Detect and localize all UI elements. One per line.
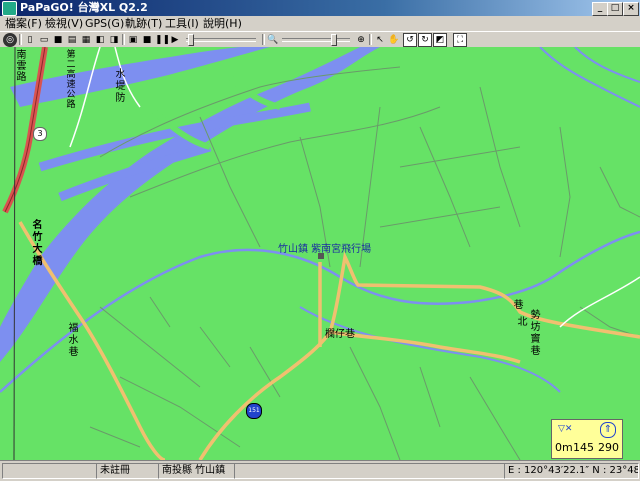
- toolbar-separator: [262, 34, 265, 45]
- pan-hand-icon[interactable]: ✋: [387, 33, 401, 47]
- new-file-icon[interactable]: ▯: [23, 33, 37, 47]
- highway-label: 第二高速公路: [66, 50, 76, 110]
- map-view[interactable]: 3 151 竹山鎮 紫南宮飛行場 欄仔巷 第二高速公路 南雲路 水堤防 名竹大橋…: [0, 47, 640, 460]
- print-icon[interactable]: ▤: [65, 33, 79, 47]
- play-icon[interactable]: ▶: [168, 33, 182, 47]
- scale-box: ▽✕ ⇑ 0m 145 290: [551, 419, 623, 459]
- playback-slider[interactable]: [186, 38, 256, 42]
- toolbar-separator: [122, 34, 125, 45]
- playback-slider-thumb[interactable]: [188, 34, 194, 46]
- dike-label: 水堤防: [115, 69, 126, 104]
- road-label: 南雲路: [16, 50, 27, 83]
- toolbar-separator: [19, 34, 22, 45]
- heading-value: 290: [598, 441, 619, 454]
- record-icon[interactable]: ▣: [126, 33, 140, 47]
- forward-icon[interactable]: ◨: [107, 33, 121, 47]
- fullscreen-icon[interactable]: ⛶: [453, 33, 467, 47]
- airfield-label: 竹山鎮 紫南宮飛行場: [278, 244, 372, 255]
- coordinates-status: E : 120°43′22.1″ N : 23°48′58.4″: [504, 463, 639, 479]
- zoom-in-icon[interactable]: ⊕: [354, 33, 368, 47]
- pause-icon[interactable]: ❚❚: [154, 33, 170, 47]
- status-bar: 未註冊 南投縣 竹山鎮 E : 120°43′22.1″ N : 23°48′5…: [0, 460, 640, 481]
- print-preview-icon[interactable]: ▦: [79, 33, 93, 47]
- toolbar: ◎ ▯ ▭ ■ ▤ ▦ ◧ ◨ ▣ ■ ❚❚ ▶ 🔍 ⊕ ↖ ✋ ↺ ↻ ◩ ⛶: [0, 31, 640, 48]
- rotate-right-icon[interactable]: ↻: [418, 33, 432, 47]
- toolbar-separator: [369, 34, 372, 45]
- menu-bar: 檔案(F) 檢視(V) GPS(G) 軌跡(T) 工具(I) 說明(H): [0, 16, 640, 31]
- minimize-button[interactable]: _: [592, 2, 608, 16]
- save-icon[interactable]: ■: [51, 33, 65, 47]
- status-panel-blank: [2, 463, 97, 479]
- scale-value: 145: [573, 441, 594, 454]
- open-folder-icon[interactable]: ▭: [37, 33, 51, 47]
- back-icon[interactable]: ◧: [93, 33, 107, 47]
- bridge-label: 名竹大橋: [32, 220, 43, 267]
- status-panel-blank: [234, 463, 505, 479]
- gps-icon[interactable]: ◎: [3, 33, 17, 47]
- menu-help[interactable]: 說明(H): [203, 17, 242, 30]
- menu-gps[interactable]: GPS(G): [85, 17, 124, 30]
- route-shield: 151: [246, 403, 262, 419]
- signal-icon: ▽✕: [558, 424, 573, 434]
- tilt-icon[interactable]: ◩: [433, 33, 447, 47]
- compass-icon[interactable]: ⇑: [600, 422, 616, 438]
- window-title: PaPaGO! 台灣XL Q2.2: [20, 1, 148, 14]
- lane-label: 欄仔巷: [325, 329, 355, 340]
- zoom-out-icon[interactable]: 🔍: [266, 33, 280, 47]
- freeway-shield: 3: [33, 127, 47, 141]
- registration-status: 未註冊: [96, 463, 159, 479]
- lane-label: 勢坊竇巷: [530, 310, 541, 357]
- title-bar: PaPaGO! 台灣XL Q2.2 _ □ ×: [0, 0, 640, 16]
- direction-label: 北: [517, 317, 528, 328]
- pointer-icon[interactable]: ↖: [373, 33, 387, 47]
- menu-tools[interactable]: 工具(I): [165, 17, 199, 30]
- app-icon: [2, 1, 17, 16]
- stop-icon[interactable]: ■: [140, 33, 154, 47]
- rotate-left-icon[interactable]: ↺: [403, 33, 417, 47]
- scale-distance: 0m: [555, 441, 573, 454]
- region-status: 南投縣 竹山鎮: [158, 463, 235, 479]
- zoom-slider-thumb[interactable]: [331, 34, 337, 46]
- lane-label: 巷: [513, 300, 524, 311]
- menu-file[interactable]: 檔案(F): [5, 17, 42, 30]
- lane-label: 福水巷: [68, 323, 79, 358]
- maximize-button[interactable]: □: [607, 2, 623, 16]
- zoom-slider[interactable]: [282, 38, 350, 42]
- menu-view[interactable]: 檢視(V): [45, 17, 83, 30]
- menu-track[interactable]: 軌跡(T): [125, 17, 162, 30]
- close-button[interactable]: ×: [623, 2, 639, 16]
